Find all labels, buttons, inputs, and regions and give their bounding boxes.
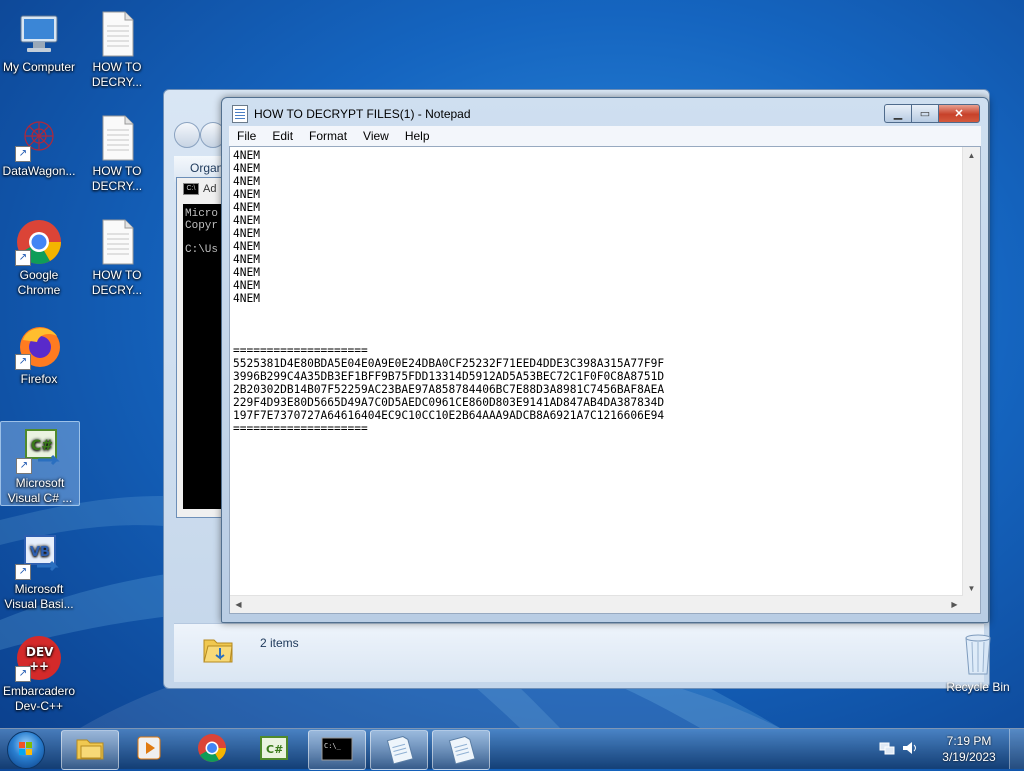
start-button[interactable] xyxy=(4,729,48,769)
shortcut-arrow-icon: ↗ xyxy=(16,458,32,474)
maximize-button[interactable]: ▭ xyxy=(911,104,938,123)
taskbar: C# C:\_ 7:19 PM 3/19/2023 xyxy=(0,728,1024,770)
window-title: HOW TO DECRYPT FILES(1) - Notepad xyxy=(254,107,471,121)
window-controls: ▁ ▭ ✕ xyxy=(884,104,980,123)
shortcut-arrow-icon: ↗ xyxy=(15,564,31,580)
clock-date: 3/19/2023 xyxy=(942,750,996,764)
menu-bar: File Edit Format View Help xyxy=(229,126,981,146)
cmd-titlebar: C:\ Ad xyxy=(177,178,227,200)
svg-text:C:\_: C:\_ xyxy=(324,742,342,750)
desktop-icon-label: HOW TO DECRY... xyxy=(91,268,143,297)
desktop-icon-label: HOW TO DECRY... xyxy=(91,60,143,89)
datawagon-icon: ↗ xyxy=(15,114,63,162)
cmd-title: Ad xyxy=(203,183,217,195)
notepad-icon xyxy=(446,734,476,767)
firefox-icon: ↗ xyxy=(15,322,63,370)
recycle-bin-icon xyxy=(954,630,1002,678)
taskbar-cmd[interactable]: C:\_ xyxy=(308,730,366,770)
vertical-scrollbar[interactable]: ▲ ▼ xyxy=(962,147,980,597)
desktop-icon-label: Recycle Bin xyxy=(946,680,1010,694)
notepad-icon xyxy=(384,734,414,767)
desktop-icon-recycle-bin[interactable]: Recycle Bin xyxy=(940,630,1016,694)
system-tray: 7:19 PM 3/19/2023 xyxy=(879,729,1024,769)
clock-time: 7:19 PM xyxy=(946,734,992,748)
shortcut-arrow-icon: ↗ xyxy=(15,146,31,162)
taskbar-notepad-1[interactable] xyxy=(370,730,428,770)
menu-help[interactable]: Help xyxy=(397,126,438,146)
desktop-icon-label: Embarcadero Dev-C++ xyxy=(2,684,76,713)
scroll-right-icon[interactable]: ▶ xyxy=(946,596,963,613)
menu-view[interactable]: View xyxy=(355,126,397,146)
svg-text:C#: C# xyxy=(31,438,53,454)
text-document-icon xyxy=(93,114,141,162)
scrollbar-corner xyxy=(963,596,980,613)
menu-file[interactable]: File xyxy=(229,126,264,146)
desktop-icon-visual-csharp[interactable]: C# ↗ Microsoft Visual C# ... xyxy=(0,421,80,506)
text-editor[interactable]: 4NEM 4NEM 4NEM 4NEM 4NEM 4NEM 4NEM 4NEM … xyxy=(229,146,981,614)
shortcut-arrow-icon: ↗ xyxy=(15,354,31,370)
cmd-icon: C:\ xyxy=(183,183,199,195)
clock[interactable]: 7:19 PM 3/19/2023 xyxy=(929,733,1009,765)
close-button[interactable]: ✕ xyxy=(938,104,980,123)
cmd-icon: C:\_ xyxy=(321,737,353,764)
menu-format[interactable]: Format xyxy=(301,126,355,146)
notepad-window[interactable]: HOW TO DECRYPT FILES(1) - Notepad ▁ ▭ ✕ … xyxy=(221,97,989,623)
folder-icon xyxy=(75,736,105,765)
item-count: 2 items xyxy=(260,636,299,650)
text-document-icon xyxy=(93,10,141,58)
desktop-icon-label: My Computer xyxy=(2,60,76,74)
shortcut-arrow-icon: ↗ xyxy=(15,250,31,266)
notepad-icon xyxy=(232,105,248,123)
media-player-icon xyxy=(135,734,163,765)
show-desktop-button[interactable] xyxy=(1009,729,1024,769)
details-pane: 2 items xyxy=(174,623,984,682)
document-text[interactable]: 4NEM 4NEM 4NEM 4NEM 4NEM 4NEM 4NEM 4NEM … xyxy=(233,149,961,597)
folder-icon xyxy=(202,634,234,663)
chrome-icon: ↗ xyxy=(15,218,63,266)
taskbar-visual-csharp[interactable]: C# xyxy=(246,730,302,768)
shortcut-arrow-icon: ↗ xyxy=(15,666,31,682)
desktop-icon-visual-basic[interactable]: VB ↗ Microsoft Visual Basi... xyxy=(0,528,78,612)
svg-text:DEV: DEV xyxy=(26,645,54,659)
volume-icon[interactable] xyxy=(901,740,919,759)
dev-cpp-icon: DEV ++ ↗ xyxy=(15,634,63,682)
windows-logo-icon xyxy=(7,731,45,769)
visual-csharp-icon: C# ↗ xyxy=(16,426,64,474)
desktop-icon-datawagon[interactable]: ↗ DataWagon... xyxy=(0,110,78,179)
menu-edit[interactable]: Edit xyxy=(264,126,301,146)
visual-basic-icon: VB ↗ xyxy=(15,532,63,580)
desktop-icon-label: Firefox xyxy=(20,372,58,386)
taskbar-notepad-2[interactable] xyxy=(432,730,490,770)
svg-text:VB: VB xyxy=(30,545,50,560)
svg-text:++: ++ xyxy=(29,659,49,673)
taskbar-chrome[interactable] xyxy=(184,730,240,768)
network-icon[interactable] xyxy=(879,740,895,759)
desktop-icon-my-computer[interactable]: My Computer xyxy=(0,6,78,75)
desktop-icon-google-chrome[interactable]: ↗ Google Chrome xyxy=(0,214,78,298)
desktop-icon-how-to-decrypt-2[interactable]: HOW TO DECRY... xyxy=(78,110,156,194)
horizontal-scrollbar[interactable]: ◀ ▶ xyxy=(230,595,963,613)
taskbar-media-player[interactable] xyxy=(121,730,177,768)
computer-icon xyxy=(15,10,63,58)
desktop-icon-label: Google Chrome xyxy=(17,268,61,297)
text-document-icon xyxy=(93,218,141,266)
back-button[interactable] xyxy=(174,122,200,148)
svg-text:C#: C# xyxy=(266,743,283,756)
taskbar-explorer[interactable] xyxy=(61,730,119,770)
desktop-icon-label: DataWagon... xyxy=(2,164,76,178)
desktop-icon-how-to-decrypt-3[interactable]: HOW TO DECRY... xyxy=(78,214,156,298)
visual-csharp-icon: C# xyxy=(259,735,289,764)
chrome-icon xyxy=(197,733,227,766)
desktop-icon-dev-cpp[interactable]: DEV ++ ↗ Embarcadero Dev-C++ xyxy=(0,630,78,714)
scroll-down-icon[interactable]: ▼ xyxy=(963,580,980,597)
desktop-icon-how-to-decrypt-1[interactable]: HOW TO DECRY... xyxy=(78,6,156,90)
scroll-left-icon[interactable]: ◀ xyxy=(230,596,247,613)
scroll-up-icon[interactable]: ▲ xyxy=(963,147,980,164)
minimize-button[interactable]: ▁ xyxy=(884,104,911,123)
desktop-icon-firefox[interactable]: ↗ Firefox xyxy=(0,318,78,387)
notepad-titlebar: HOW TO DECRYPT FILES(1) - Notepad xyxy=(232,105,471,123)
desktop-icon-label: Microsoft Visual C# ... xyxy=(7,476,73,505)
desktop-icon-label: Microsoft Visual Basi... xyxy=(4,582,74,611)
desktop-icon-label: HOW TO DECRY... xyxy=(91,164,143,193)
